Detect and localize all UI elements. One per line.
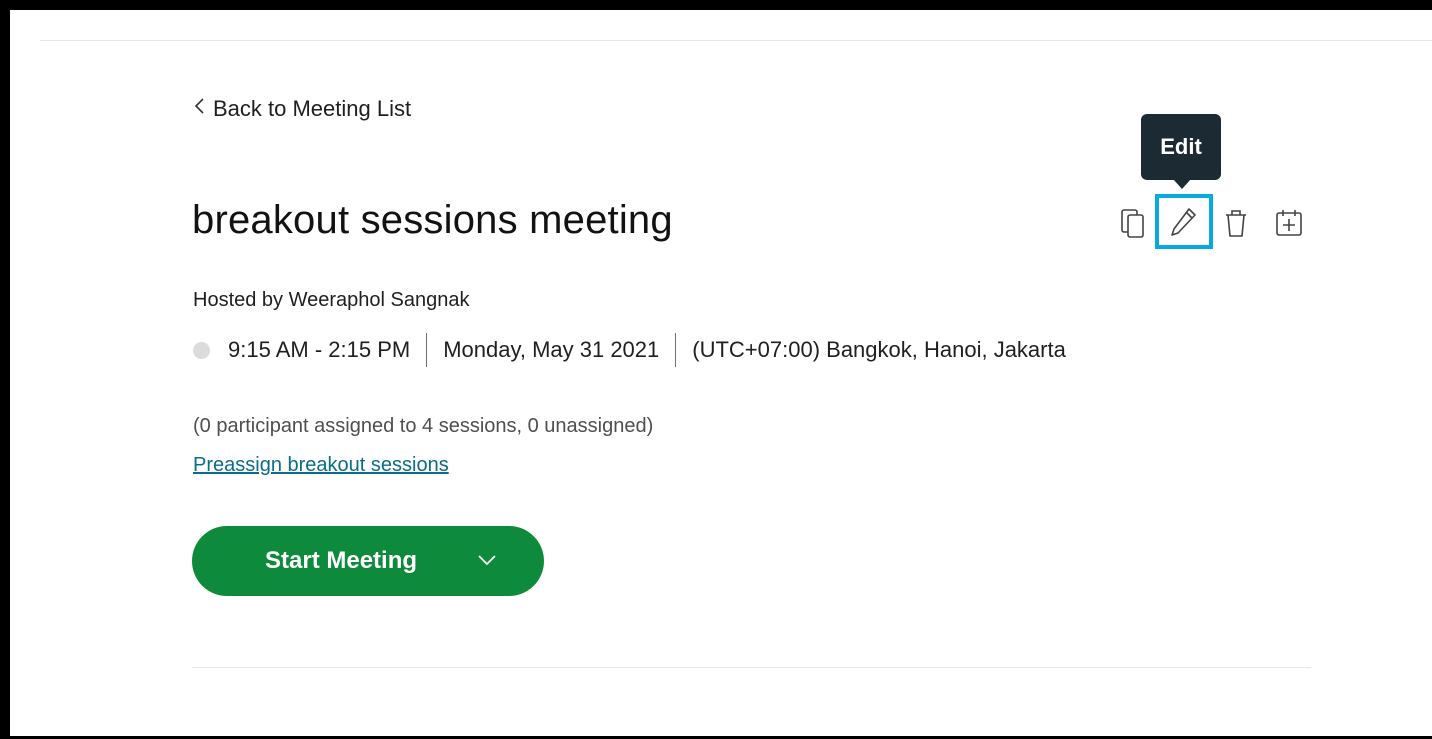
delete-button[interactable] xyxy=(1219,203,1253,243)
chevron-left-icon xyxy=(193,96,205,122)
top-divider xyxy=(40,40,1432,41)
copy-icon xyxy=(1121,209,1144,238)
meeting-detail-page: Back to Meeting List Edit breakout sessi… xyxy=(10,10,1432,736)
back-link-label: Back to Meeting List xyxy=(213,96,412,121)
edit-tooltip: Edit xyxy=(1141,114,1221,189)
separator xyxy=(675,333,677,367)
chevron-down-icon[interactable] xyxy=(477,554,497,569)
back-to-meeting-list-link[interactable]: Back to Meeting List xyxy=(193,96,411,122)
host-info: Hosted by Weeraphol Sangnak xyxy=(193,289,470,311)
preassign-breakout-link[interactable]: Preassign breakout sessions xyxy=(193,454,449,477)
edit-button[interactable] xyxy=(1155,194,1213,249)
calendar-add-icon xyxy=(1276,210,1302,236)
bottom-divider xyxy=(192,667,1311,668)
meeting-time-range: 9:15 AM - 2:15 PM xyxy=(228,337,411,362)
start-meeting-button[interactable]: Start Meeting xyxy=(192,526,544,596)
separator xyxy=(426,333,428,367)
pencil-icon xyxy=(1171,207,1196,236)
meeting-schedule-row: 9:15 AM - 2:15 PM Monday, May 31 2021 (U… xyxy=(193,333,1066,367)
trash-icon xyxy=(1226,210,1246,237)
copy-button[interactable] xyxy=(1116,203,1150,243)
breakout-assignment-summary: (0 participant assigned to 4 sessions, 0… xyxy=(193,415,654,437)
add-to-calendar-button[interactable] xyxy=(1272,203,1306,243)
meeting-title: breakout sessions meeting xyxy=(192,198,673,242)
status-dot xyxy=(193,341,210,359)
meeting-date: Monday, May 31 2021 xyxy=(443,337,660,362)
meeting-timezone: (UTC+07:00) Bangkok, Hanoi, Jakarta xyxy=(692,337,1066,362)
start-meeting-label: Start Meeting xyxy=(265,547,418,574)
